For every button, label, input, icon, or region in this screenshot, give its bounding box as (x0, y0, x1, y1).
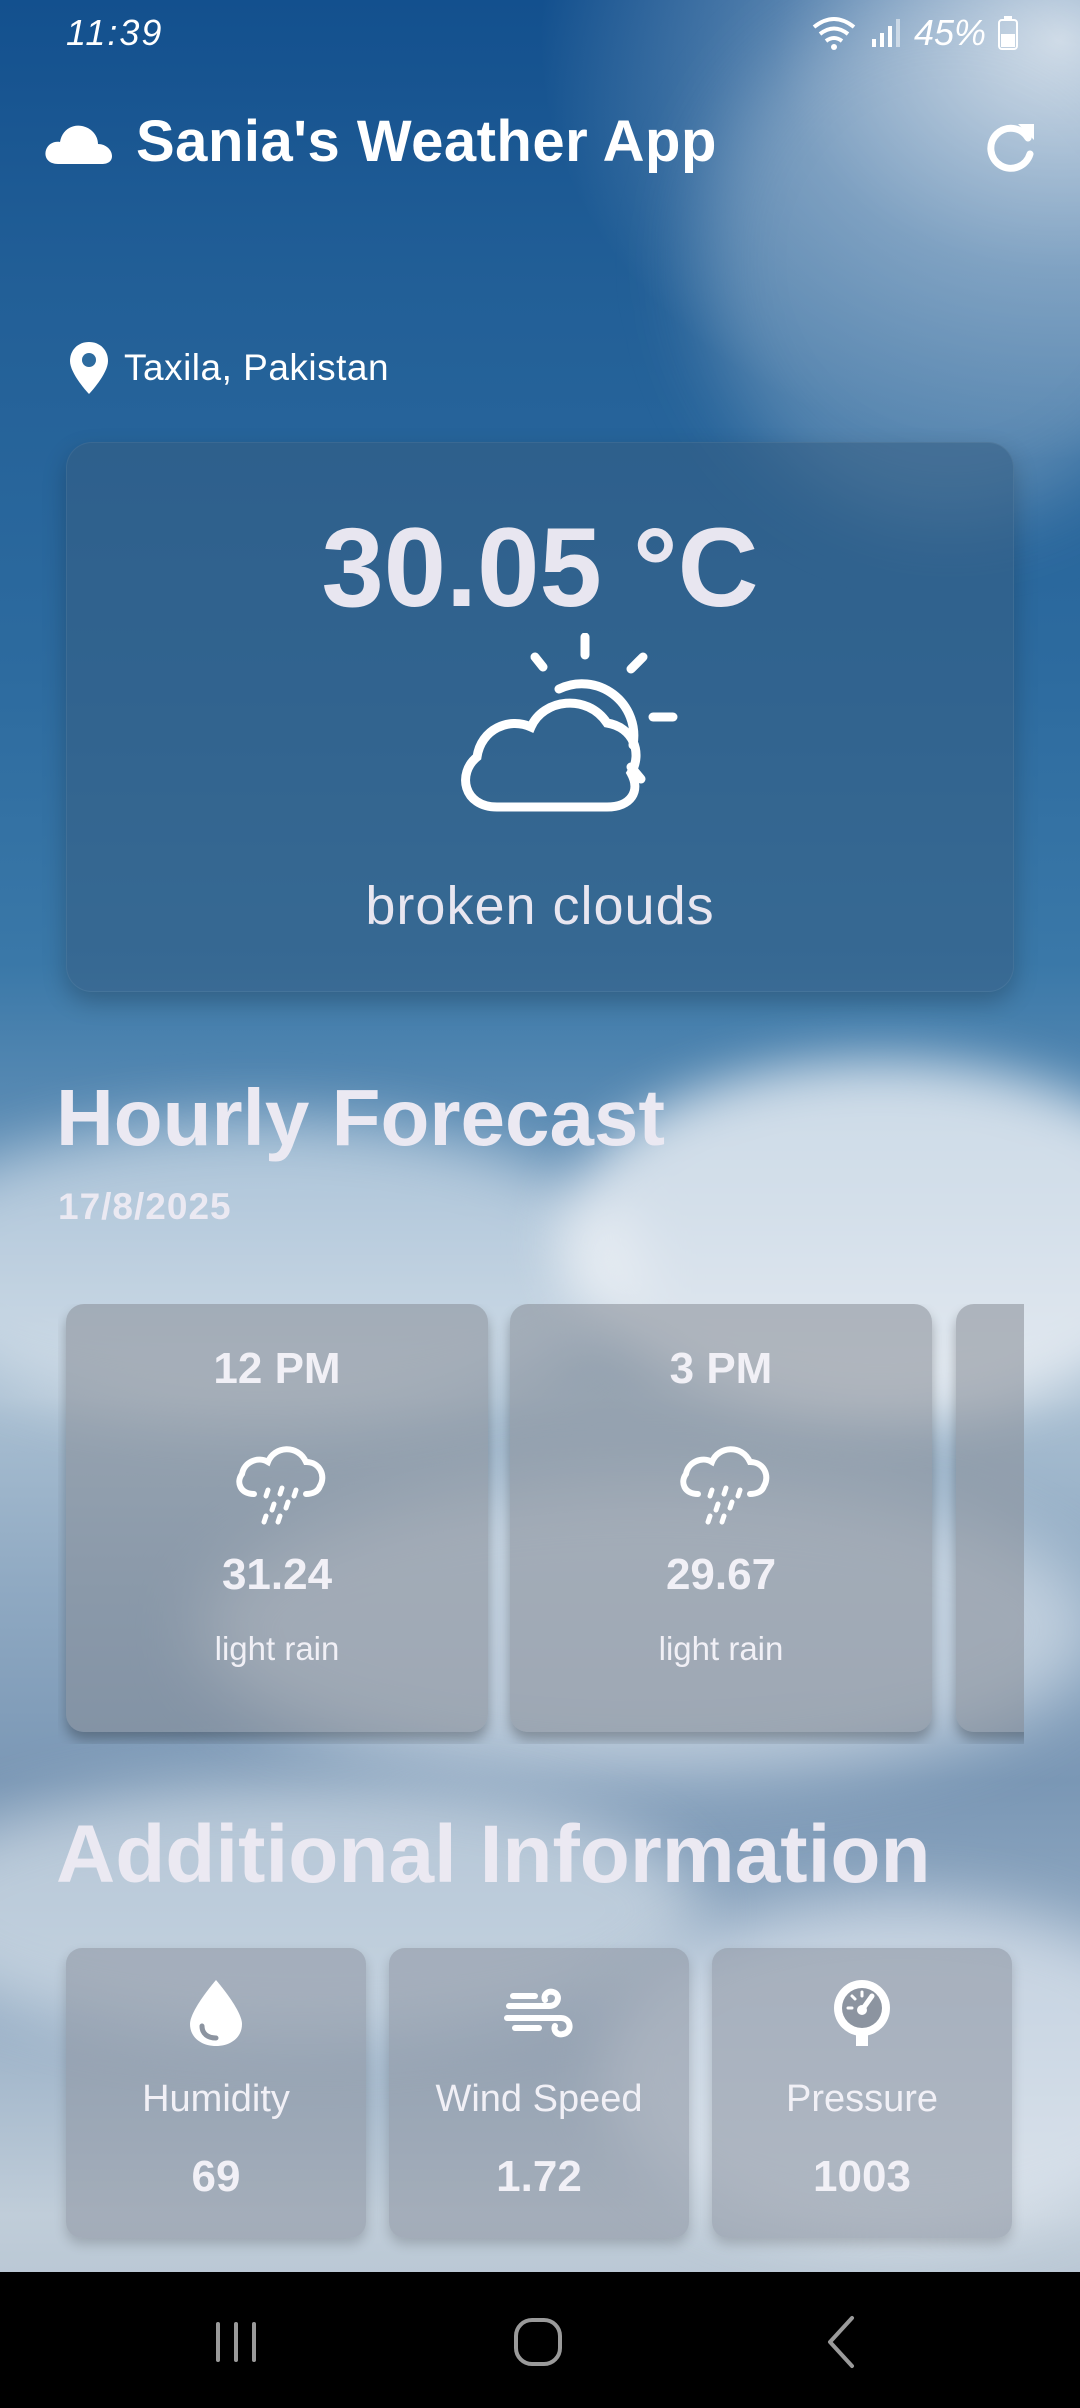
recent-apps-icon[interactable] (196, 2306, 276, 2376)
current-temperature: 30.05 °C (321, 505, 759, 630)
humidity-value: 69 (191, 2152, 241, 2201)
partly-cloudy-sun-icon (461, 633, 678, 812)
hour-temperature: 31.24 (221, 1550, 333, 1599)
hourly-forecast-card[interactable]: 3 PM 29.67 light rain (510, 1304, 932, 1732)
hourly-forecast-heading: Hourly Forecast (56, 1073, 666, 1162)
location-pin-icon (70, 342, 108, 394)
pressure-label: Pressure (785, 2078, 939, 2120)
hour-description: light rain (214, 1630, 340, 1667)
battery-icon (998, 16, 1018, 50)
status-bar: 11:39 45% (0, 0, 1080, 70)
humidity-label: Humidity (142, 2078, 290, 2120)
wind-speed-label: Wind Speed (435, 2078, 643, 2120)
pressure-card: Pressure 1003 (712, 1948, 1012, 2238)
gauge-icon (834, 1980, 890, 2046)
hourly-forecast-list[interactable]: 12 PM 31.24 light rain 3 PM 29.67 light … (58, 1304, 1024, 1744)
pressure-value: 1003 (813, 2152, 911, 2201)
wind-speed-card: Wind Speed 1.72 (389, 1948, 689, 2238)
wind-speed-value: 1.72 (496, 2152, 582, 2201)
screen: 11:39 45% Sania's Weather App Taxila, Pa… (0, 0, 1080, 2408)
water-drop-icon (190, 1980, 242, 2046)
signal-icon (871, 19, 900, 47)
app-title: Sania's Weather App (136, 109, 717, 174)
cloud-icon (45, 125, 112, 164)
current-description: broken clouds (365, 876, 715, 936)
rain-cloud-icon (680, 1446, 770, 1525)
forecast-date: 17/8/2025 (58, 1186, 232, 1227)
rain-cloud-icon (236, 1446, 326, 1525)
additional-info-heading: Additional Information (56, 1809, 931, 1900)
status-icons: 45% (810, 12, 1018, 54)
hour-description: light rain (658, 1630, 784, 1667)
location-text: Taxila, Pakistan (124, 347, 390, 388)
wind-icon (504, 1988, 573, 2038)
back-icon[interactable] (802, 2306, 882, 2376)
wifi-icon (812, 17, 856, 50)
current-weather-card: 30.05 °C broken clouds (66, 442, 1014, 992)
hour-time: 12 PM (213, 1344, 341, 1393)
status-time: 11:39 (66, 12, 164, 53)
home-icon[interactable] (498, 2306, 578, 2376)
hour-temperature: 29.67 (665, 1550, 777, 1599)
hourly-forecast-card[interactable]: 12 PM 31.24 light rain (66, 1304, 488, 1732)
refresh-button[interactable] (978, 114, 1042, 178)
app-bar: Sania's Weather App (0, 100, 1080, 190)
location: Taxila, Pakistan (68, 338, 389, 398)
hourly-forecast-card-partial[interactable] (956, 1304, 1024, 1732)
navigation-bar (0, 2272, 1080, 2408)
battery-percent: 45% (913, 12, 986, 53)
humidity-card: Humidity 69 (66, 1948, 366, 2238)
hour-time: 3 PM (669, 1344, 773, 1393)
